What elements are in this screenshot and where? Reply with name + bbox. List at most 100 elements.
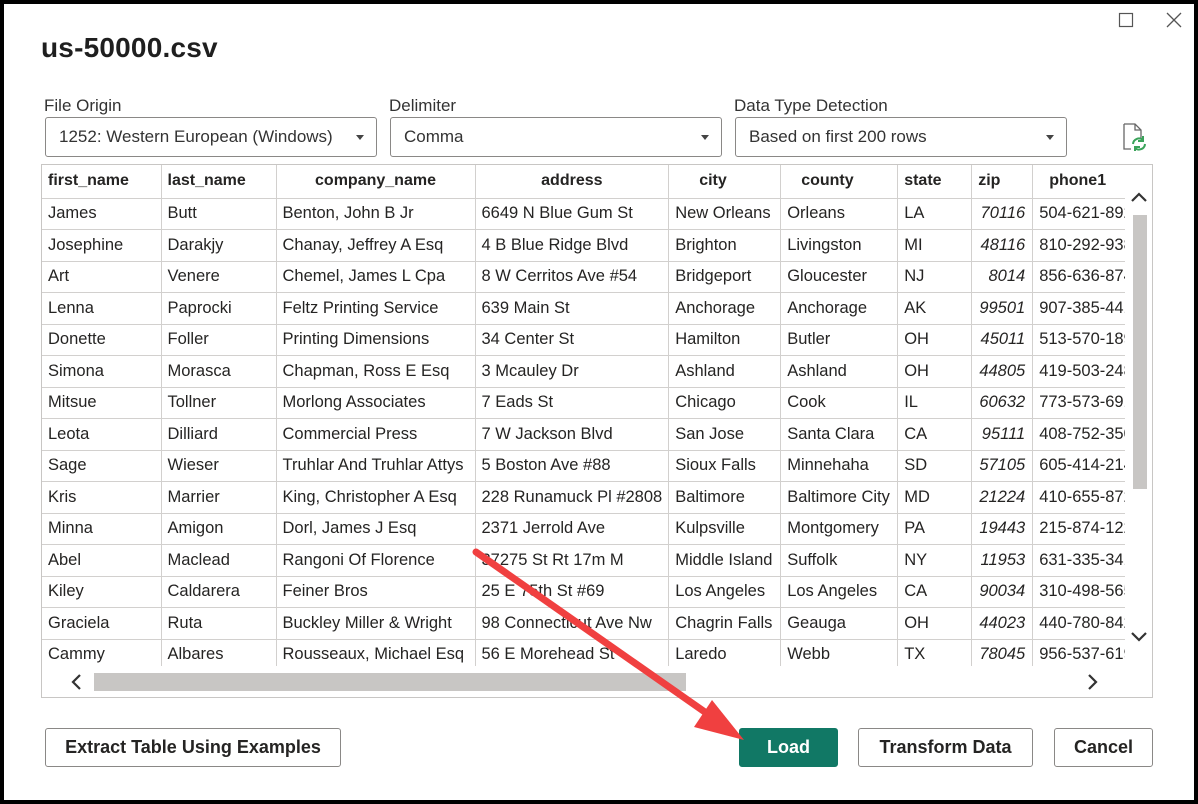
table-cell-last-name: Maclead — [161, 544, 277, 577]
table-cell-address: 6649 N Blue Gum St — [475, 198, 670, 230]
table-cell-first-name: Minna — [42, 513, 162, 545]
table-cell-county: Cook — [780, 387, 899, 419]
table-cell-address: 3 Mcauley Dr — [475, 355, 670, 388]
table-cell-state: CA — [897, 418, 973, 451]
load-button[interactable]: Load — [739, 728, 838, 767]
table-cell-county: Los Angeles — [780, 576, 899, 608]
table-cell-zip: 60632 — [971, 387, 1034, 419]
table-cell-address: 8 W Cerritos Ave #54 — [475, 261, 670, 293]
table-cell-zip: 57105 — [971, 450, 1034, 482]
table-cell-zip: 19443 — [971, 513, 1034, 545]
data-type-detection-value: Based on first 200 rows — [749, 127, 927, 146]
table-cell-company-name: Dorl, James J Esq — [276, 513, 476, 545]
table-cell-state: SD — [897, 450, 973, 482]
cancel-button[interactable]: Cancel — [1054, 728, 1153, 767]
dialog-title: us-50000.csv — [41, 32, 218, 63]
table-cell-zip: 45011 — [971, 324, 1034, 356]
table-cell-state: OH — [897, 607, 973, 640]
table-cell-state: LA — [897, 198, 973, 230]
vertical-scrollbar[interactable] — [1125, 165, 1152, 666]
table-cell-county: Gloucester — [780, 261, 899, 293]
column-header[interactable]: zip — [971, 165, 1034, 199]
scroll-down-button[interactable] — [1129, 627, 1149, 647]
chevron-down-icon — [1131, 632, 1147, 642]
table-row: Art Venere Chemel, James L Cpa 8 W Cerritos… — [42, 261, 1149, 293]
delimiter-select[interactable]: Comma — [390, 117, 722, 157]
scroll-right-button[interactable] — [1083, 672, 1103, 692]
table-row: Lenna Paprocki Feltz Printing Service 639 M… — [42, 292, 1149, 325]
table-cell-company-name: Morlong Associates — [276, 387, 476, 419]
table-cell-city: Middle Island — [668, 544, 782, 577]
delimiter-value: Comma — [404, 127, 464, 146]
table-cell-company-name: Rangoni Of Florence — [276, 544, 476, 577]
table-cell-first-name: Abel — [42, 544, 162, 577]
table-cell-last-name: Morasca — [161, 355, 277, 388]
table-cell-state: PA — [897, 513, 973, 545]
chevron-up-icon — [1131, 192, 1147, 202]
file-origin-select[interactable]: 1252: Western European (Windows) — [45, 117, 377, 157]
table-cell-last-name: Caldarera — [161, 576, 277, 608]
table-cell-city: San Jose — [668, 418, 782, 451]
table-cell-city: Kulpsville — [668, 513, 782, 545]
column-header[interactable]: state — [897, 165, 973, 199]
table-cell-zip: 99501 — [971, 292, 1034, 325]
table-cell-company-name: Chanay, Jeffrey A Esq — [276, 229, 476, 262]
table-cell-address: 5 Boston Ave #88 — [475, 450, 670, 482]
table-cell-county: Butler — [780, 324, 899, 356]
table-cell-state: AK — [897, 292, 973, 325]
data-preview-grid[interactable]: first_name last_name company_name addres… — [41, 164, 1153, 698]
chevron-down-icon — [701, 135, 709, 140]
table-cell-state: OH — [897, 324, 973, 356]
table-cell-city: Chicago — [668, 387, 782, 419]
maximize-button[interactable] — [1114, 8, 1138, 32]
data-type-detection-select[interactable]: Based on first 200 rows — [735, 117, 1067, 157]
table-cell-company-name: Benton, John B Jr — [276, 198, 476, 230]
column-header[interactable]: city — [668, 165, 782, 199]
column-header[interactable]: company_name — [276, 165, 476, 199]
table-cell-county: Ashland — [780, 355, 899, 388]
table-cell-state: IL — [897, 387, 973, 419]
table-cell-county: Suffolk — [780, 544, 899, 577]
transform-data-button[interactable]: Transform Data — [858, 728, 1033, 767]
table-row: Sage Wieser Truhlar And Truhlar Attys 5 Bos… — [42, 450, 1149, 482]
chevron-left-icon — [71, 674, 81, 690]
table-cell-company-name: Chemel, James L Cpa — [276, 261, 476, 293]
horizontal-scroll-thumb[interactable] — [94, 673, 686, 691]
table-cell-company-name: Feiner Bros — [276, 576, 476, 608]
table-cell-first-name: Lenna — [42, 292, 162, 325]
close-button[interactable] — [1162, 8, 1186, 32]
refresh-preview-button[interactable] — [1121, 122, 1147, 152]
table-cell-city: Anchorage — [668, 292, 782, 325]
table-cell-zip: 90034 — [971, 576, 1034, 608]
table-row: James Butt Benton, John B Jr 6649 N Blue Gu… — [42, 198, 1149, 230]
horizontal-scrollbar[interactable] — [42, 666, 1125, 697]
table-cell-first-name: Donette — [42, 324, 162, 356]
table-cell-address: 98 Connecticut Ave Nw — [475, 607, 670, 640]
scroll-left-button[interactable] — [66, 672, 86, 692]
table-cell-address: 7 W Jackson Blvd — [475, 418, 670, 451]
table-cell-city: Bridgeport — [668, 261, 782, 293]
table-cell-zip: 11953 — [971, 544, 1034, 577]
extract-table-button[interactable]: Extract Table Using Examples — [45, 728, 341, 767]
column-header[interactable]: last_name — [161, 165, 277, 199]
table-cell-address: 4 B Blue Ridge Blvd — [475, 229, 670, 262]
table-cell-county: Anchorage — [780, 292, 899, 325]
table-cell-first-name: Mitsue — [42, 387, 162, 419]
close-icon — [1166, 12, 1182, 28]
table-cell-zip: 48116 — [971, 229, 1034, 262]
table-cell-last-name: Butt — [161, 198, 277, 230]
scroll-up-button[interactable] — [1129, 187, 1149, 207]
table-cell-city: Chagrin Falls — [668, 607, 782, 640]
vertical-scroll-thumb[interactable] — [1133, 215, 1147, 489]
table-cell-last-name: Wieser — [161, 450, 277, 482]
file-origin-value: 1252: Western European (Windows) — [59, 127, 333, 146]
table-cell-state: NY — [897, 544, 973, 577]
table-cell-company-name: Truhlar And Truhlar Attys — [276, 450, 476, 482]
column-header[interactable]: county — [780, 165, 899, 199]
table-cell-state: NJ — [897, 261, 973, 293]
table-cell-last-name: Venere — [161, 261, 277, 293]
table-cell-last-name: Tollner — [161, 387, 277, 419]
column-header[interactable]: address — [475, 165, 670, 199]
table-cell-last-name: Darakjy — [161, 229, 277, 262]
column-header[interactable]: first_name — [42, 165, 162, 199]
